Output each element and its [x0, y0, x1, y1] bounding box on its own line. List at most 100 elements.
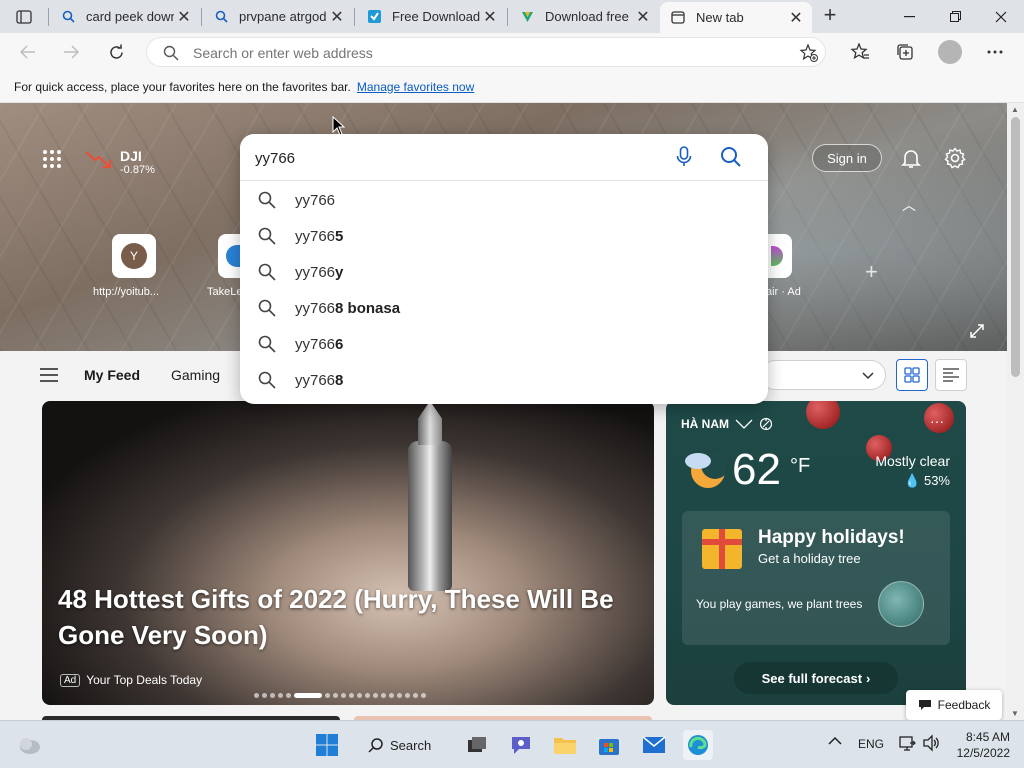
carousel-dot[interactable]: [389, 693, 394, 698]
sign-in-button[interactable]: Sign in: [812, 144, 882, 172]
article-headline[interactable]: 48 Hottest Gifts of 2022 (Hurry, These W…: [58, 581, 648, 653]
carousel-dot[interactable]: [254, 693, 259, 698]
tab-3[interactable]: Free Download ✕: [356, 0, 506, 33]
featured-article-card[interactable]: 48 Hottest Gifts of 2022 (Hurry, These W…: [42, 401, 654, 705]
add-quick-link-icon[interactable]: +: [865, 259, 878, 285]
carousel-dot[interactable]: [278, 693, 283, 698]
search-input[interactable]: [255, 147, 655, 169]
scroll-down-icon[interactable]: ▼: [1011, 709, 1019, 718]
microphone-icon[interactable]: [676, 146, 692, 171]
suggestion-item[interactable]: yy766 6: [240, 326, 768, 362]
temperature-unit[interactable]: °F: [790, 455, 810, 478]
tray-overflow-chevron-icon[interactable]: [828, 735, 842, 749]
holiday-promo[interactable]: Happy holidays! Get a holiday tree You p…: [682, 511, 950, 645]
app-launcher-icon[interactable]: [42, 149, 62, 172]
carousel-dot[interactable]: [325, 693, 330, 698]
close-tab-icon[interactable]: ✕: [633, 7, 653, 27]
close-window-button[interactable]: [978, 0, 1024, 33]
quick-link-ad[interactable]: [768, 234, 792, 278]
tab-my-feed[interactable]: My Feed: [84, 367, 140, 383]
scroll-up-icon[interactable]: ▲: [1011, 105, 1019, 114]
suggestion-item[interactable]: yy766 y: [240, 254, 768, 290]
search-submit-icon[interactable]: [720, 146, 742, 171]
carousel-dot[interactable]: [349, 693, 354, 698]
carousel-dot[interactable]: [405, 693, 410, 698]
microsoft-store-icon[interactable]: [594, 730, 624, 760]
carousel-dot-active[interactable]: [294, 693, 322, 698]
close-tab-icon[interactable]: ✕: [174, 7, 194, 27]
volume-icon[interactable]: [922, 734, 940, 755]
stock-ticker[interactable]: DJI -0.87%: [84, 148, 155, 176]
chat-icon[interactable]: [506, 730, 536, 760]
suggestion-item[interactable]: yy766 8 bonasa: [240, 290, 768, 326]
manage-favorites-link[interactable]: Manage favorites now: [357, 80, 474, 94]
close-tab-icon[interactable]: ✕: [480, 7, 500, 27]
more-options-icon[interactable]: ···: [930, 413, 944, 429]
suggestion-item[interactable]: yy766: [240, 182, 768, 218]
tab-4[interactable]: Download free N ✕: [509, 0, 659, 33]
scroll-thumb[interactable]: [1011, 117, 1020, 377]
expand-icon[interactable]: [970, 324, 984, 341]
page-scrollbar[interactable]: ▲ ▼: [1007, 103, 1024, 720]
gear-icon[interactable]: [944, 147, 966, 172]
grid-view-button[interactable]: [896, 359, 928, 391]
carousel-dot[interactable]: [397, 693, 402, 698]
carousel-dot[interactable]: [333, 693, 338, 698]
start-button[interactable]: [312, 730, 342, 760]
carousel-dot[interactable]: [373, 693, 378, 698]
suggestion-item[interactable]: yy766 8: [240, 362, 768, 398]
search-field-row: [240, 134, 768, 181]
system-clock[interactable]: 8:45 AM 12/5/2022: [954, 729, 1010, 761]
carousel-dot[interactable]: [286, 693, 291, 698]
favorites-button[interactable]: [848, 40, 872, 64]
forward-button[interactable]: [58, 39, 84, 65]
tab-gaming[interactable]: Gaming: [171, 367, 220, 383]
feedback-button[interactable]: Feedback: [906, 690, 1002, 720]
settings-more-button[interactable]: [983, 40, 1007, 64]
carousel-dot[interactable]: [413, 693, 418, 698]
close-tab-icon[interactable]: ✕: [327, 7, 347, 27]
edge-browser-icon[interactable]: [683, 730, 713, 760]
minimize-button[interactable]: [886, 0, 932, 33]
hamburger-menu-icon[interactable]: [40, 368, 58, 385]
feed-layout-dropdown[interactable]: [760, 360, 886, 390]
list-view-button[interactable]: [935, 359, 967, 391]
carousel-dot[interactable]: [381, 693, 386, 698]
file-explorer-icon[interactable]: [550, 730, 580, 760]
taskbar-search-button[interactable]: Search: [368, 731, 431, 759]
profile-avatar[interactable]: [938, 40, 962, 64]
carousel-dots[interactable]: [254, 693, 426, 698]
carousel-dot[interactable]: [270, 693, 275, 698]
carousel-dot[interactable]: [341, 693, 346, 698]
address-bar[interactable]: [146, 37, 826, 67]
refresh-button[interactable]: [103, 39, 129, 65]
weather-location[interactable]: HÀ NAM: [681, 417, 773, 431]
carousel-dot[interactable]: [357, 693, 362, 698]
input-language[interactable]: ENG: [858, 737, 884, 751]
add-favorite-icon[interactable]: [799, 43, 819, 66]
tab-new-tab[interactable]: New tab ✕: [660, 2, 812, 33]
weather-card[interactable]: HÀ NAM ··· 62 °F Mostly clear 💧 53% Happ…: [666, 401, 966, 705]
new-tab-button[interactable]: +: [818, 4, 842, 28]
close-tab-icon[interactable]: ✕: [786, 8, 806, 28]
suggestion-item[interactable]: yy766 5: [240, 218, 768, 254]
back-button[interactable]: [15, 39, 41, 65]
carousel-dot[interactable]: [421, 693, 426, 698]
network-icon[interactable]: [898, 734, 916, 755]
tab-1[interactable]: card peek downl ✕: [50, 0, 200, 33]
mail-icon[interactable]: [639, 730, 669, 760]
carousel-dot[interactable]: [262, 693, 267, 698]
carousel-dot[interactable]: [365, 693, 370, 698]
address-input[interactable]: [193, 43, 773, 63]
quick-link-takelessons[interactable]: [218, 234, 240, 278]
restore-button[interactable]: [932, 0, 978, 33]
collapse-chevron-icon[interactable]: ︿: [902, 195, 916, 215]
task-view-icon[interactable]: [462, 730, 492, 760]
tab-2[interactable]: prvpane atrgod. ✕: [203, 0, 353, 33]
collections-button[interactable]: [893, 40, 917, 64]
see-forecast-button[interactable]: See full forecast ›: [734, 662, 898, 694]
tab-actions-button[interactable]: [8, 6, 40, 28]
weather-widget-icon[interactable]: [14, 730, 44, 760]
notifications-icon[interactable]: [900, 147, 922, 172]
quick-link-youtube[interactable]: Y: [112, 234, 156, 278]
